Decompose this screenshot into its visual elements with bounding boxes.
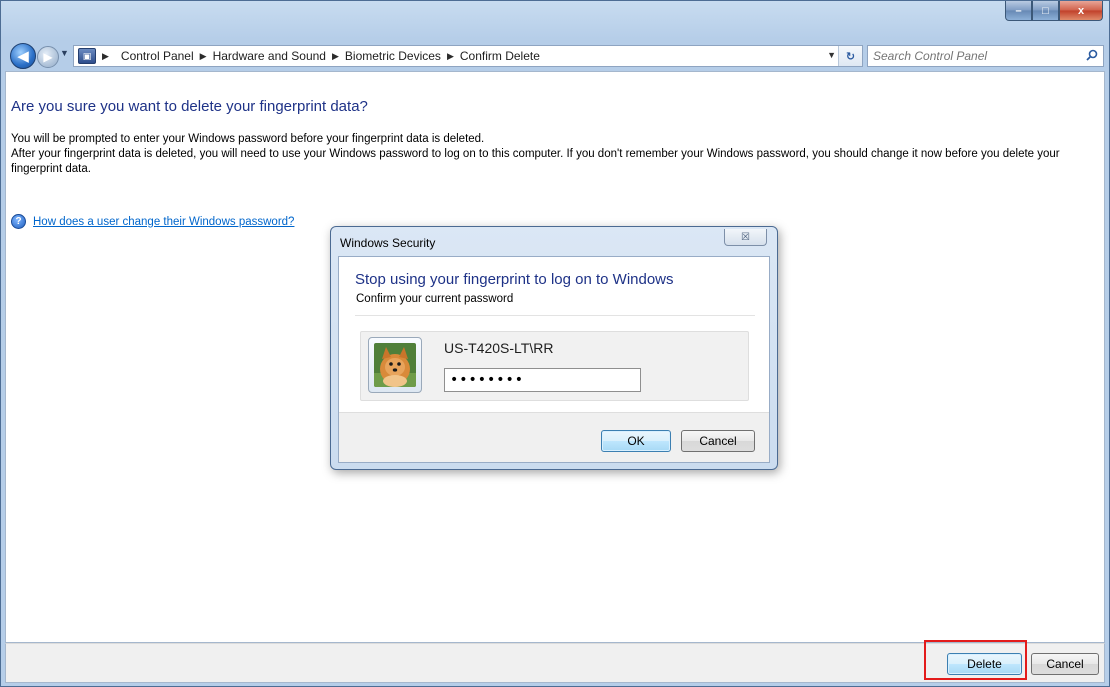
chevron-right-icon: ▶ [199, 50, 207, 61]
dialog-footer: OK Cancel [339, 412, 769, 462]
help-link-row: ? How does a user change their Windows p… [11, 214, 294, 229]
search-input[interactable] [868, 48, 1078, 64]
avatar [368, 337, 422, 393]
breadcrumb-label: Confirm Delete [459, 49, 540, 63]
breadcrumb-label: Hardware and Sound [212, 49, 326, 63]
dialog-cancel-button[interactable]: Cancel [681, 430, 755, 452]
breadcrumb-root-chevron[interactable]: ▶ [102, 51, 115, 62]
description-line-2: After your fingerprint data is deleted, … [11, 148, 1060, 175]
help-icon: ? [11, 214, 26, 229]
close-button[interactable]: x [1059, 1, 1103, 21]
title-bar: – □ x [1, 1, 1109, 39]
cancel-button[interactable]: Cancel [1031, 653, 1099, 675]
maximize-button[interactable]: □ [1032, 1, 1059, 21]
breadcrumb-hardware-and-sound[interactable]: ▶ Hardware and Sound [200, 49, 326, 63]
refresh-button[interactable]: ↻ [838, 46, 862, 66]
forward-button[interactable]: ▶ [37, 46, 59, 68]
description: You will be prompted to enter your Windo… [11, 132, 1091, 177]
dialog-close-button[interactable]: ☒ [724, 229, 767, 246]
dialog-subheading: Confirm your current password [356, 293, 514, 305]
recent-pages-dropdown[interactable]: ▼ [60, 48, 69, 58]
delete-button-highlight [924, 640, 1027, 680]
breadcrumb-label: Control Panel [120, 49, 194, 63]
page-title: Are you sure you want to delete your fin… [11, 98, 368, 115]
chevron-right-icon: ▶ [446, 50, 454, 61]
search-box[interactable] [867, 45, 1104, 67]
chevron-right-icon: ▶ [331, 50, 339, 61]
breadcrumb-label: Biometric Devices [344, 49, 441, 63]
navigation-bar: ◀ ▶ ▼ ▣ ▶ Control Panel ▶ Hardware and S… [1, 39, 1109, 71]
windows-security-dialog: Windows Security ☒ Stop using your finge… [330, 226, 778, 470]
change-password-help-link[interactable]: How does a user change their Windows pas… [33, 216, 294, 228]
dialog-heading: Stop using your fingerprint to log on to… [355, 271, 674, 288]
search-icon[interactable] [1086, 49, 1098, 61]
minimize-button[interactable]: – [1005, 1, 1032, 21]
control-panel-icon: ▣ [78, 48, 96, 64]
back-button[interactable]: ◀ [10, 43, 36, 69]
description-line-1: You will be prompted to enter your Windo… [11, 133, 485, 145]
username-label: US-T420S-LT\RR [444, 340, 554, 356]
arrow-left-icon: ◀ [17, 48, 29, 65]
dialog-body: Stop using your fingerprint to log on to… [338, 256, 770, 463]
divider [355, 315, 755, 316]
breadcrumb-control-panel[interactable]: Control Panel [121, 49, 194, 63]
breadcrumb-confirm-delete[interactable]: ▶ Confirm Delete [447, 49, 540, 63]
address-bar[interactable]: ▣ ▶ Control Panel ▶ Hardware and Sound ▶… [73, 45, 863, 67]
arrow-right-icon: ▶ [43, 50, 53, 64]
breadcrumb-biometric-devices[interactable]: ▶ Biometric Devices [332, 49, 441, 63]
dialog-title: Windows Security [340, 236, 436, 250]
refresh-icon: ↻ [845, 50, 856, 63]
caption-buttons: – □ x [1005, 1, 1103, 21]
close-icon: ☒ [741, 231, 750, 243]
dog-avatar-icon [374, 343, 416, 387]
password-field[interactable] [444, 368, 641, 392]
address-dropdown-icon[interactable]: ▼ [827, 50, 836, 60]
credential-tile[interactable]: US-T420S-LT\RR [360, 331, 749, 401]
ok-button[interactable]: OK [601, 430, 671, 452]
